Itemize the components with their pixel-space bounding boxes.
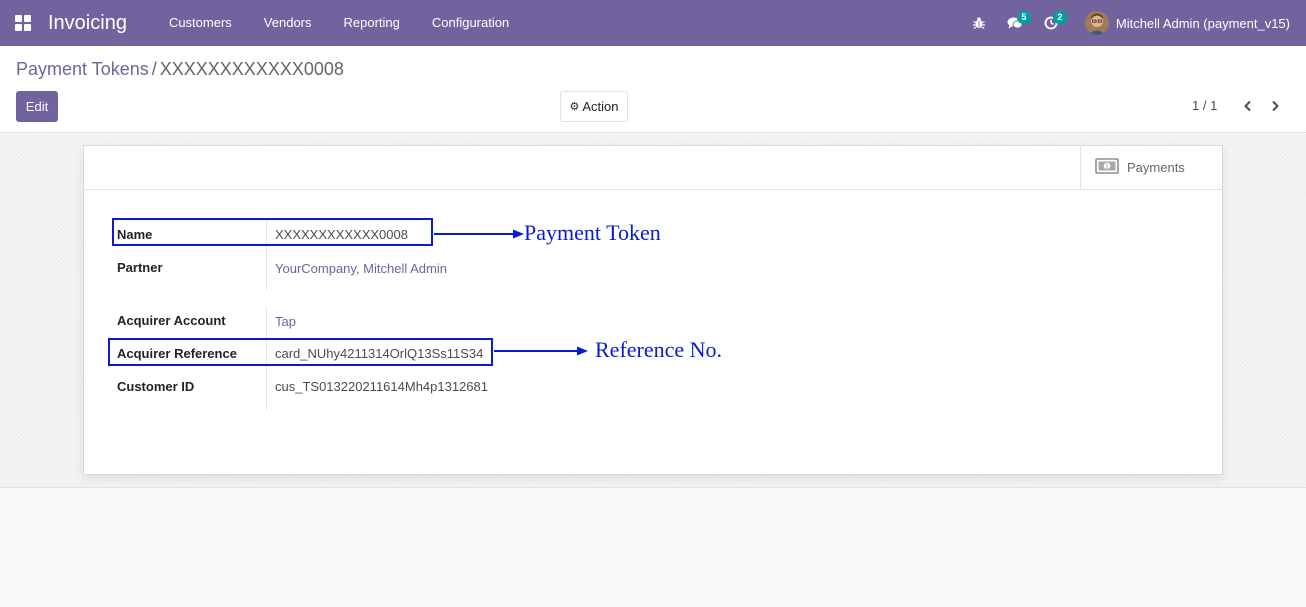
payments-stat-label: Payments [1127, 160, 1185, 175]
menu-reporting[interactable]: Reporting [328, 0, 416, 46]
user-name: Mitchell Admin (payment_v15) [1115, 15, 1290, 31]
partner-link[interactable]: YourCompany, Mitchell Admin [275, 261, 447, 276]
reference-no-annotation: Reference No. [595, 337, 723, 362]
breadcrumb-current: XXXXXXXXXXXX0008 [159, 59, 344, 79]
payment-token-arrow [434, 229, 524, 239]
menu-customers[interactable]: Customers [153, 0, 248, 46]
clock-icon[interactable]: 2 [1033, 0, 1069, 46]
avatar [1084, 11, 1109, 35]
gear-icon: ⚙ [569, 101, 580, 113]
partner-label: Partner [117, 260, 163, 275]
breadcrumb-separator: / [151, 59, 157, 79]
top-navbar: Invoicing Customers Vendors Reporting Co… [0, 0, 1306, 46]
breadcrumb: Payment Tokens / XXXXXXXXXXXX0008 [16, 59, 344, 79]
menu-vendors[interactable]: Vendors [248, 0, 328, 46]
chevron-left-icon[interactable] [1239, 96, 1257, 116]
bug-icon[interactable] [961, 0, 997, 46]
form-sheet: 1 Payments Name XXXXXXXXXXXX0008 Partner… [83, 145, 1223, 475]
reference-highlight-box [108, 338, 493, 366]
payments-stat-button[interactable]: 1 Payments [1080, 146, 1222, 189]
user-menu[interactable]: Mitchell Admin (payment_v15) [1084, 11, 1306, 35]
customer-id-value: cus_TS013220211614Mh4p1312681 [275, 379, 488, 394]
apps-grid-icon[interactable] [0, 0, 46, 46]
pager-value[interactable]: 1 / 1 [1192, 98, 1217, 113]
chat-icon[interactable]: 5 [997, 0, 1033, 46]
action-button-label: Action [582, 99, 619, 114]
acquirer-account-label: Acquirer Account [117, 313, 226, 328]
app-name[interactable]: Invoicing [48, 0, 127, 46]
svg-text:1: 1 [1105, 164, 1109, 171]
customer-id-label: Customer ID [117, 379, 195, 394]
menu-configuration[interactable]: Configuration [416, 0, 525, 46]
control-panel: Payment Tokens / XXXXXXXXXXXX0008 Edit ⚙ Ac… [0, 46, 1306, 133]
edit-button[interactable]: Edit [16, 91, 58, 122]
money-icon: 1 [1095, 158, 1119, 177]
messages-badge: 5 [1016, 11, 1031, 24]
payment-token-annotation: Payment Token [524, 220, 661, 245]
activities-badge: 2 [1052, 11, 1067, 24]
reference-no-arrow [494, 346, 588, 356]
name-highlight-box [112, 218, 433, 246]
chevron-right-icon[interactable] [1266, 96, 1284, 116]
breadcrumb-parent-link[interactable]: Payment Tokens [16, 59, 149, 79]
acquirer-account-link[interactable]: Tap [275, 314, 296, 329]
button-box: 1 Payments [84, 146, 1222, 190]
action-button[interactable]: ⚙ Action [560, 91, 628, 122]
